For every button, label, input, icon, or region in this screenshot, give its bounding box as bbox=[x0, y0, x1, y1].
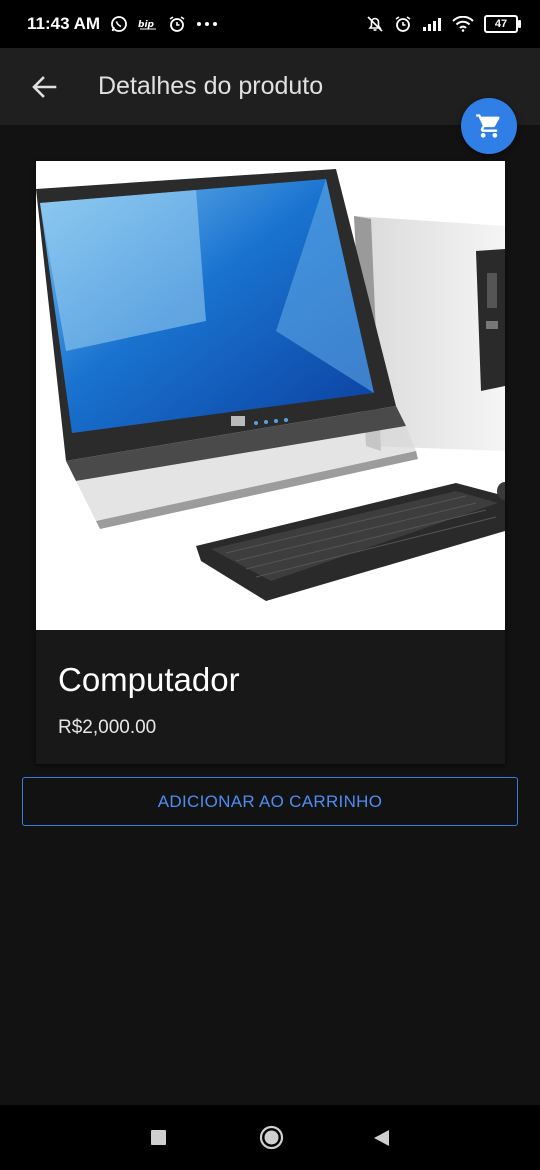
signal-app-icon: bip bbox=[138, 17, 158, 31]
product-name: Computador bbox=[58, 661, 240, 698]
battery-indicator: 47 bbox=[484, 15, 521, 33]
wifi-icon bbox=[452, 16, 474, 32]
more-dots-icon bbox=[196, 21, 218, 27]
back-nav-button[interactable] bbox=[373, 1129, 390, 1147]
alarm-icon bbox=[394, 15, 412, 33]
cell-signal-icon bbox=[422, 16, 442, 32]
shopping-cart-icon bbox=[476, 114, 500, 138]
bell-off-icon bbox=[366, 15, 384, 33]
product-image bbox=[36, 161, 505, 630]
back-triangle-icon bbox=[374, 1130, 389, 1146]
arrow-left-icon bbox=[32, 75, 57, 98]
status-bar: 11:43 AM bip 47 bbox=[0, 0, 540, 48]
home-button[interactable] bbox=[259, 1125, 284, 1150]
system-nav-bar bbox=[0, 1105, 540, 1170]
add-to-cart-button[interactable]: ADICIONAR AO CARRINHO bbox=[22, 777, 518, 826]
status-right: 47 bbox=[366, 15, 521, 33]
status-left: 11:43 AM bip bbox=[27, 14, 218, 34]
home-circle-icon bbox=[259, 1125, 284, 1150]
cart-button[interactable] bbox=[461, 98, 517, 154]
whatsapp-icon bbox=[110, 15, 128, 33]
alarm-icon bbox=[168, 15, 186, 33]
product-card: Computador R$2,000.00 bbox=[36, 161, 505, 764]
status-time: 11:43 AM bbox=[27, 14, 101, 33]
product-price: R$2,000.00 bbox=[58, 717, 157, 738]
back-button[interactable] bbox=[22, 65, 66, 109]
app-bar: Detalhes do produto bbox=[0, 48, 540, 125]
recents-square-icon bbox=[151, 1130, 166, 1145]
recents-button[interactable] bbox=[150, 1129, 167, 1146]
page-title: Detalhes do produto bbox=[98, 72, 324, 100]
